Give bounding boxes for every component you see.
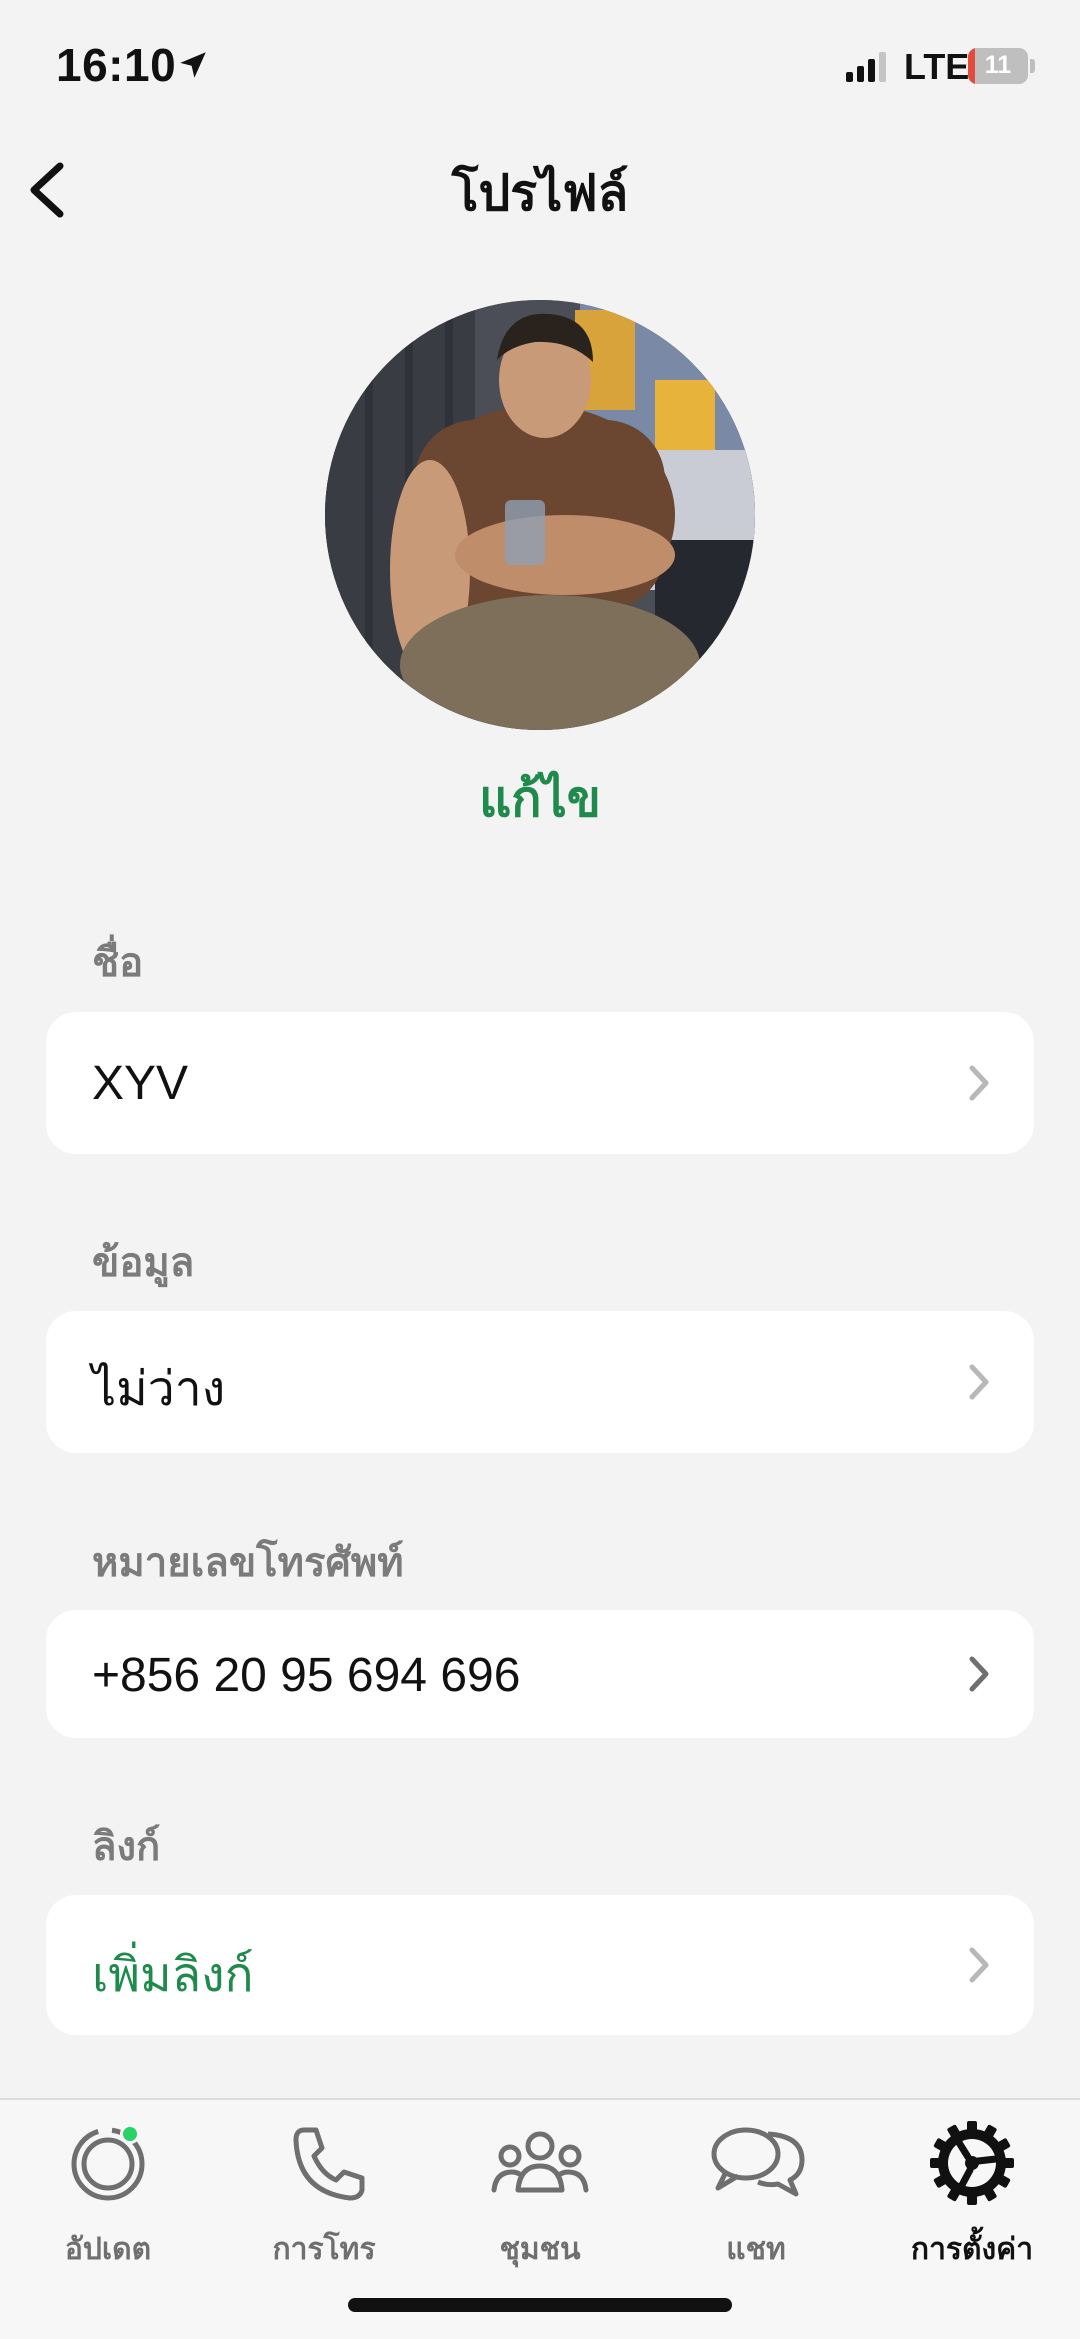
add-link-value: เพิ่มลิงก์ — [92, 1949, 254, 2002]
chevron-right-icon — [969, 1364, 989, 1400]
add-link-row[interactable]: เพิ่มลิงก์ — [46, 1895, 1034, 2035]
status-time: 16:10 — [56, 39, 177, 91]
settings-icon — [930, 2121, 1014, 2205]
status-bar: 16:10 LTE 11 — [0, 0, 1080, 130]
name-value: XYV — [92, 1057, 189, 1110]
tab-settings-label: การตั้งค่า — [910, 2233, 1034, 2266]
location-arrow-icon — [180, 52, 206, 78]
tab-calls-label: การโทร — [272, 2233, 376, 2266]
name-row[interactable]: XYV — [46, 1012, 1034, 1154]
updates-icon — [71, 2127, 145, 2201]
profile-photo-image — [325, 300, 755, 730]
tab-settings[interactable]: การตั้งค่า — [864, 2118, 1080, 2268]
tab-chats[interactable]: แชท — [648, 2118, 864, 2268]
phone-icon — [293, 2127, 365, 2201]
chevron-right-icon — [969, 1656, 989, 1692]
phone-value: +856 20 95 694 696 — [92, 1649, 521, 1702]
profile-screen: 16:10 LTE 11 โปรไฟล์ แก้ไข ชื่อ XYV ข้อม… — [0, 0, 1080, 2339]
phone-label: หมายเลขโทรศัพท์ — [92, 1541, 404, 1585]
signal-icon — [846, 52, 886, 82]
tab-chats-label: แชท — [726, 2233, 786, 2266]
edit-photo-link[interactable]: แก้ไข — [0, 760, 1080, 839]
page-title: โปรไฟล์ — [451, 165, 629, 221]
tab-updates[interactable]: อัปเดต — [0, 2118, 216, 2268]
chevron-right-icon — [969, 1065, 989, 1101]
battery-icon: 11 — [968, 48, 1035, 84]
links-label: ลิงก์ — [92, 1825, 161, 1869]
chevron-right-icon — [969, 1947, 989, 1983]
about-row[interactable]: ไม่ว่าง — [46, 1311, 1034, 1453]
tab-calls[interactable]: การโทร — [216, 2118, 432, 2268]
chats-icon — [711, 2127, 805, 2197]
battery-level: 11 — [984, 51, 1012, 79]
tab-communities[interactable]: ชุมชน — [432, 2118, 648, 2268]
update-badge-dot — [120, 2124, 140, 2144]
about-value: ไม่ว่าง — [92, 1363, 226, 1416]
profile-photo[interactable] — [325, 300, 755, 730]
tab-updates-label: อัปเดต — [64, 2233, 152, 2266]
network-label: LTE — [904, 46, 970, 87]
phone-row[interactable]: +856 20 95 694 696 — [46, 1610, 1034, 1738]
about-label: ข้อมูล — [92, 1241, 195, 1285]
communities-icon — [491, 2131, 589, 2193]
name-label: ชื่อ — [92, 941, 144, 985]
tab-communities-label: ชุมชน — [499, 2233, 581, 2266]
home-indicator — [348, 2298, 732, 2312]
